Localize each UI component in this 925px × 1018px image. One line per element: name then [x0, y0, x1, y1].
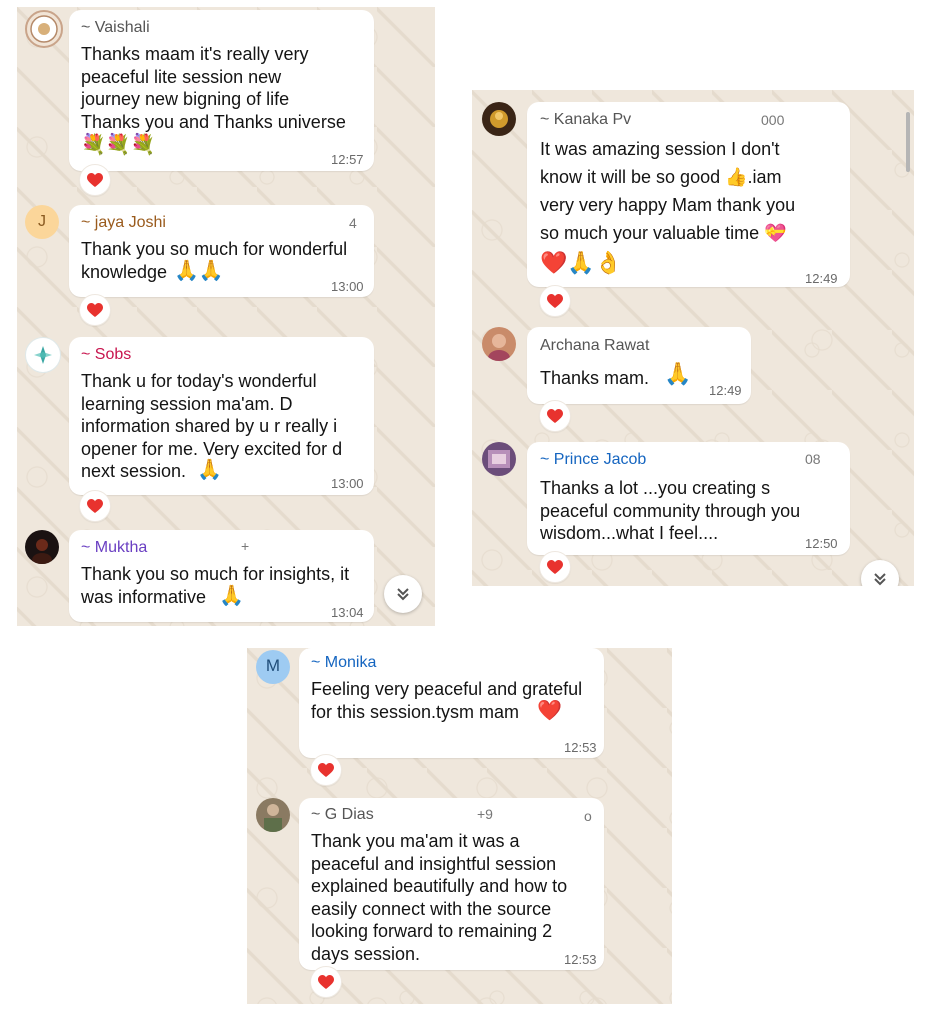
reaction-heart[interactable] [310, 966, 342, 998]
message-bubble[interactable]: ~ Kanaka Pv 000 It was amazing session I… [527, 102, 850, 287]
sender-phone: 4 [349, 215, 357, 231]
reaction-heart[interactable] [539, 400, 571, 432]
message-bubble[interactable]: ~ Prince Jacob 08 Thanks a lot ...you cr… [527, 442, 850, 555]
message-timestamp: 12:53 [564, 740, 597, 755]
emoji-row: ❤️ [537, 700, 562, 722]
sender-name[interactable]: ~ jaya Joshi [81, 214, 166, 232]
message-bubble[interactable]: Archana Rawat Thanks mam. 🙏 12:49 [527, 327, 751, 404]
message-text: Thanks mam. [540, 368, 650, 388]
sender-phone: + [241, 538, 250, 554]
avatar[interactable]: M [256, 650, 290, 684]
message-bubble[interactable]: ~ Sobs Thank u for today's wonderful lea… [69, 337, 374, 495]
message-text: Thanks maam it's really very peaceful li… [81, 44, 346, 132]
emoji-row: 💐💐💐 [81, 134, 156, 156]
scroll-to-bottom-button[interactable] [384, 575, 422, 613]
message-timestamp: 12:53 [564, 952, 597, 967]
emoji-row: 🙏 [219, 585, 244, 607]
heart-icon [87, 499, 103, 513]
emoji-row: ❤️🙏👌 [540, 250, 623, 275]
scroll-to-bottom-button[interactable] [861, 560, 899, 586]
message-bubble[interactable]: ~ Monika Feeling very peaceful and grate… [299, 648, 604, 758]
double-chevron-down-icon [397, 588, 409, 601]
message-timestamp: 12:57 [331, 152, 364, 167]
message-text: Thanks a lot ...you creating s peaceful … [540, 478, 801, 543]
avatar[interactable] [25, 530, 59, 564]
message-timestamp: 13:04 [331, 605, 364, 620]
sender-phone: 08 [805, 451, 821, 467]
scrollbar[interactable] [906, 112, 910, 172]
sender-name[interactable]: ~ Vaishali [81, 19, 150, 37]
heart-icon [318, 975, 334, 989]
reaction-heart[interactable] [79, 490, 111, 522]
reaction-heart[interactable] [79, 164, 111, 196]
message-timestamp: 12:50 [805, 536, 838, 551]
message-timestamp: 13:00 [331, 279, 364, 294]
sender-name[interactable]: ~ Kanaka Pv [540, 111, 631, 129]
heart-icon [547, 294, 563, 308]
sender-name[interactable]: ~ Prince Jacob [540, 451, 646, 469]
reaction-heart[interactable] [310, 754, 342, 786]
reaction-heart[interactable] [539, 551, 571, 583]
avatar[interactable] [25, 337, 61, 373]
heart-icon [87, 303, 103, 317]
avatar[interactable] [482, 327, 516, 361]
sender-phone: 000 [761, 112, 785, 128]
message-timestamp: 12:49 [805, 271, 838, 286]
sender-name[interactable]: ~ Sobs [81, 346, 131, 364]
message-bubble[interactable]: ~ G Dias +9 o Thank you ma'am it was a p… [299, 798, 604, 970]
chat-panel-bottom[interactable]: M ~ Monika Feeling very peaceful and gra… [247, 648, 672, 1004]
sender-name[interactable]: ~ G Dias [311, 806, 374, 824]
heart-icon [547, 409, 563, 423]
avatar[interactable] [482, 102, 516, 136]
avatar[interactable] [256, 798, 290, 832]
sender-name[interactable]: ~ Monika [311, 654, 376, 672]
emoji-row: 🙏 [197, 459, 222, 481]
avatar-letter: J [38, 213, 46, 230]
avatar[interactable] [482, 442, 516, 476]
heart-icon [318, 763, 334, 777]
avatar[interactable] [25, 10, 63, 48]
message-bubble[interactable]: ~ jaya Joshi 4 Thank you so much for won… [69, 205, 374, 297]
reaction-heart[interactable] [79, 294, 111, 326]
heart-icon [87, 173, 103, 187]
chat-panel-left[interactable]: ~ Vaishali Thanks maam it's really very … [17, 7, 435, 626]
avatar[interactable]: J [25, 205, 59, 239]
avatar-letter: M [265, 656, 281, 675]
chat-panel-right[interactable]: ~ Kanaka Pv 000 It was amazing session I… [472, 90, 914, 586]
sender-name[interactable]: ~ Muktha [81, 539, 147, 557]
sender-phone-suffix: o [584, 808, 592, 824]
heart-icon [547, 560, 563, 574]
message-text: It was amazing session I don't know it w… [540, 139, 796, 243]
message-timestamp: 13:00 [331, 476, 364, 491]
message-bubble[interactable]: ~ Muktha + Thank you so much for insight… [69, 530, 374, 622]
message-timestamp: 12:49 [709, 383, 742, 398]
message-text: Thank u for today's wonderful learning s… [81, 371, 343, 481]
sender-phone: +9 [477, 806, 493, 822]
double-chevron-down-icon [874, 573, 886, 586]
reaction-heart[interactable] [539, 285, 571, 317]
emoji-row: 🙏🙏 [174, 260, 224, 282]
message-text: Thank you so much for wonderful knowledg… [81, 239, 348, 282]
sender-name[interactable]: Archana Rawat [540, 337, 649, 355]
message-bubble[interactable]: ~ Vaishali Thanks maam it's really very … [69, 10, 374, 171]
emoji-row: 🙏 [664, 361, 692, 386]
message-text: Thank you ma'am it was a peaceful and in… [311, 831, 568, 964]
